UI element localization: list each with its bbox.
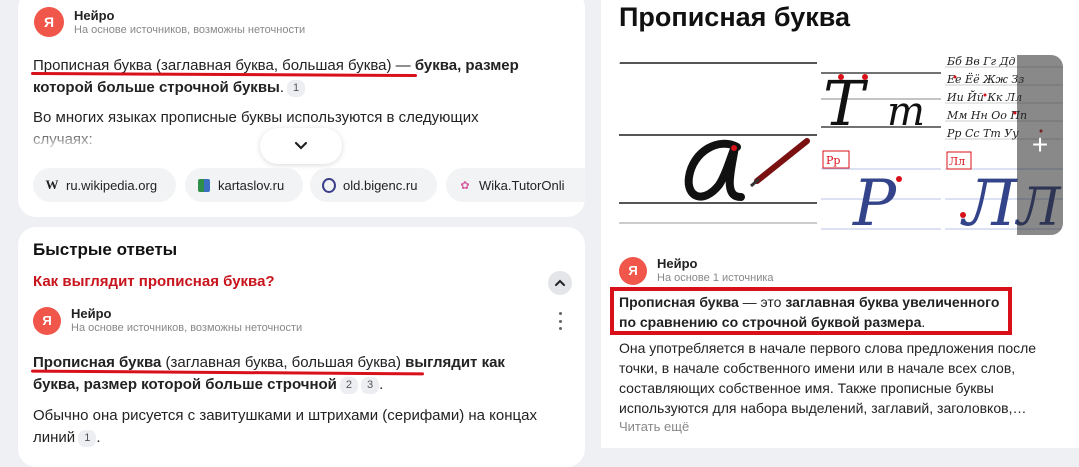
- neuro-source-header: Я Нейро На основе источников, возможны н…: [34, 7, 305, 37]
- svg-text:Р: Р: [852, 167, 897, 235]
- source-name: Нейро: [74, 7, 115, 23]
- source-subtitle: На основе источников, возможны неточност…: [74, 23, 306, 36]
- quick-answers-title: Быстрые ответы: [33, 240, 178, 259]
- chevron-down-icon: [294, 141, 308, 150]
- svg-text:Бб Вв Гг Дд: Бб Вв Гг Дд: [946, 55, 1016, 68]
- description-text: Она употребляется в начале первого слова…: [619, 340, 1037, 416]
- quick-answer-paragraph-2: Обычно она рисуется с завитушками и штри…: [33, 407, 537, 447]
- image-thumb-4[interactable]: Рр Р: [821, 149, 941, 235]
- flower-icon: ✿: [460, 179, 470, 192]
- citation-badge[interactable]: 1: [287, 80, 306, 97]
- book-icon: [197, 178, 211, 192]
- image-thumb-2[interactable]: Т т: [821, 55, 941, 145]
- source-chip-wikipedia[interactable]: W ru.wikipedia.org: [33, 168, 176, 202]
- answer-term: Прописная буква: [33, 354, 162, 371]
- citation-badge[interactable]: 2: [339, 377, 359, 394]
- more-options-icon[interactable]: [557, 312, 563, 330]
- svg-text:Т: Т: [823, 67, 869, 140]
- svg-text:Рр Сс Тт Уу: Рр Сс Тт Уу: [946, 127, 1019, 140]
- chevron-up-icon: [555, 279, 565, 286]
- citation-badge[interactable]: 1: [78, 430, 97, 447]
- svg-text:Ее Ёё Жж Зз: Ее Ёё Жж Зз: [946, 72, 1024, 86]
- plus-icon: +: [1031, 129, 1049, 160]
- more-images-overlay[interactable]: +: [1017, 55, 1063, 235]
- source-subtitle: На основе источников, возможны неточност…: [71, 322, 303, 334]
- svg-text:Л: Л: [960, 167, 1018, 235]
- expand-button[interactable]: [260, 128, 342, 164]
- right-source-header: Я Нейро На основе 1 источника: [619, 256, 774, 285]
- source-chip-bigenc[interactable]: old.bigenc.ru: [310, 168, 437, 202]
- source-chip-kartaslov[interactable]: kartaslov.ru: [185, 168, 303, 202]
- globe-icon: [322, 177, 336, 193]
- yandex-neuro-logo-icon: Я: [33, 306, 61, 335]
- yandex-neuro-logo-icon: Я: [34, 7, 64, 37]
- source-name: Нейро: [71, 306, 112, 321]
- entity-title: Прописная буква: [619, 2, 851, 32]
- quick-question[interactable]: Как выглядит прописная буква?: [33, 273, 275, 290]
- quick-source-header: Я Нейро На основе источников, возможны н…: [33, 306, 302, 335]
- read-more-link[interactable]: Читать ещё: [619, 419, 689, 434]
- source-subtitle: На основе 1 источника: [657, 272, 774, 284]
- image-thumb-1[interactable]: [619, 55, 817, 235]
- collapse-button[interactable]: [548, 271, 572, 295]
- cursive-r-image: Рр Р: [821, 149, 941, 235]
- definition-text: Прописная буква — это заглавная буква ув…: [619, 294, 1000, 330]
- yandex-neuro-logo-icon: Я: [619, 256, 647, 285]
- svg-text:Мм Нн Оо Пп: Мм Нн Оо Пп: [946, 109, 1027, 122]
- citation-badge[interactable]: 3: [361, 377, 380, 394]
- svg-text:т: т: [887, 89, 925, 135]
- cursive-t-image: Т т: [821, 55, 941, 145]
- source-name: Нейро: [657, 256, 698, 271]
- cursive-a-image: [619, 55, 817, 235]
- source-chip-tutoronline[interactable]: ✿ Wika.TutorOnli: [446, 168, 585, 202]
- wikipedia-icon: W: [45, 177, 59, 192]
- answer-paragraph: Прописная буква (заглавная буква, больша…: [33, 57, 519, 97]
- svg-text:Ии Йй Кк Лл: Ии Йй Кк Лл: [946, 90, 1022, 104]
- svg-text:Рр: Рр: [826, 154, 840, 167]
